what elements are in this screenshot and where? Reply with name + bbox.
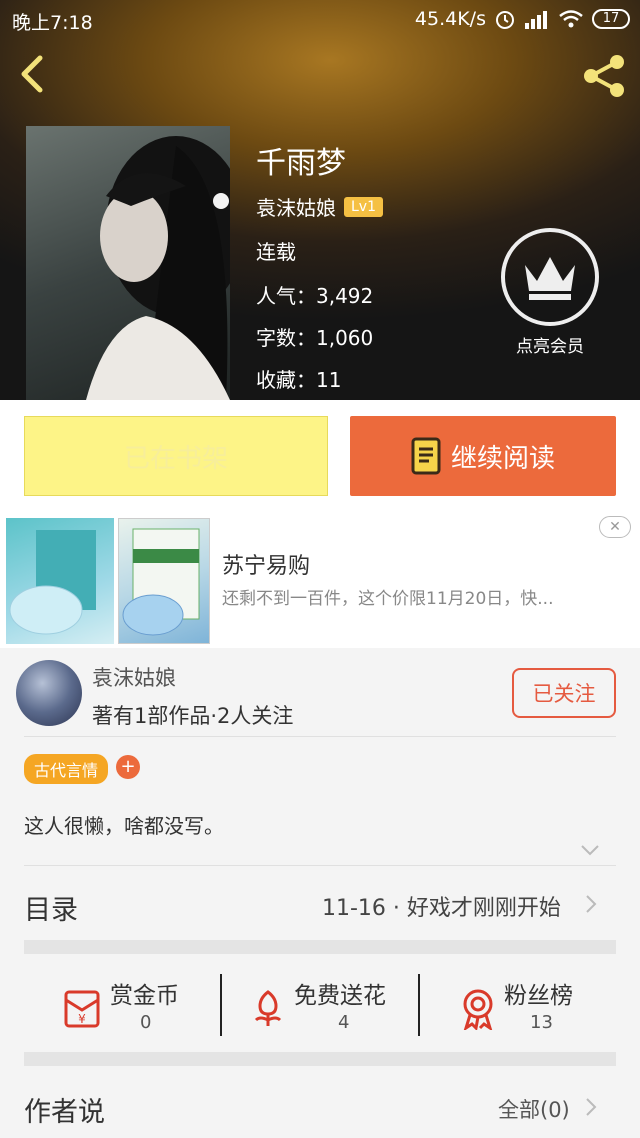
book-author-row[interactable]: 袁沫姑娘 Lv1	[256, 192, 383, 221]
fan-ranking-button[interactable]: 粉丝榜 13	[456, 976, 596, 1038]
share-icon	[584, 55, 624, 97]
author-said-label: 作者说	[24, 1097, 105, 1128]
svg-text:¥: ¥	[78, 1012, 86, 1026]
section-divider	[24, 1052, 616, 1066]
book-status: 连载	[256, 240, 296, 264]
vip-badge	[501, 228, 599, 326]
book-word-count: 字数：1,060	[256, 326, 374, 350]
fan-ranking-count: 13	[530, 1012, 553, 1033]
continue-reading-label: 继续阅读	[450, 443, 555, 474]
ad-description: 还剩不到一百件，这个价限11月20日，快...	[222, 589, 554, 609]
divider	[220, 974, 222, 1036]
reward-coins-count: 0	[140, 1012, 152, 1033]
ad-close-button[interactable]: ✕	[599, 516, 631, 538]
chevron-down-icon[interactable]	[580, 844, 600, 856]
net-speed: 45.4K/s	[414, 8, 486, 30]
send-flower-button[interactable]: 免费送花 4	[246, 976, 406, 1038]
follow-button[interactable]: 已关注	[512, 668, 616, 718]
author-section: 袁沫姑娘 著有1部作品·2人关注 已关注 古代言情 + 这人很懒，啥都没写。 目…	[0, 648, 640, 1138]
continue-reading-button[interactable]: 继续阅读	[350, 416, 616, 496]
book-popularity: 人气：3,492	[256, 284, 374, 308]
book-favorites: 收藏：11	[256, 368, 342, 392]
flower-icon	[254, 990, 282, 1026]
author-said-all-link[interactable]: 全部(0)	[498, 1094, 570, 1124]
author-name[interactable]: 袁沫姑娘	[92, 662, 176, 692]
medal-icon	[463, 989, 493, 1030]
mask-box-illustration	[122, 528, 200, 636]
wifi-icon	[559, 10, 583, 28]
cover-image	[86, 136, 230, 400]
ad-image-mask-box	[118, 518, 210, 644]
in-shelf-button[interactable]: 已在书架	[24, 416, 328, 496]
book-header: 晚上7:18 45.4K/s 17 千雨梦 袁沫姑娘 Lv1 连载 人气：3,4…	[0, 0, 640, 400]
toc-label[interactable]: 目录	[24, 888, 78, 927]
section-divider	[24, 940, 616, 954]
crown-icon	[525, 257, 575, 300]
reward-coins-button[interactable]: ¥ 赏金币 0	[60, 976, 210, 1038]
mask-illustration	[9, 530, 96, 635]
book-author: 袁沫姑娘	[256, 196, 336, 220]
author-bio: 这人很懒，啥都没写。	[24, 814, 224, 838]
toc-latest-chapter[interactable]: 11-16 · 好戏才刚刚开始	[322, 890, 561, 922]
fan-ranking-label: 粉丝榜	[504, 983, 573, 1009]
share-button[interactable]	[580, 52, 630, 100]
book-icon	[411, 437, 441, 475]
chevron-right-icon[interactable]	[584, 1097, 598, 1117]
chevron-left-icon	[21, 55, 43, 93]
action-bar: 已在书架 继续阅读	[0, 400, 640, 512]
signal-icon	[525, 11, 547, 29]
ad-image-mask-pack	[6, 518, 114, 644]
divider	[24, 865, 616, 866]
genre-tag[interactable]: 古代言情	[24, 754, 109, 784]
send-flower-label: 免费送花	[294, 983, 386, 1009]
ad-title: 苏宁易购	[222, 554, 311, 579]
red-envelope-icon: ¥	[64, 990, 100, 1028]
alarm-icon	[496, 11, 514, 29]
chevron-right-icon[interactable]	[584, 894, 598, 914]
book-title: 千雨梦	[256, 146, 346, 181]
add-tag-button[interactable]: +	[116, 755, 140, 779]
divider	[418, 974, 420, 1036]
send-flower-count: 4	[338, 1012, 350, 1033]
back-button[interactable]	[14, 52, 54, 96]
author-meta: 著有1部作品·2人关注	[92, 704, 294, 728]
ad-banner[interactable]: 苏宁易购 还剩不到一百件，这个价限11月20日，快...	[0, 512, 640, 648]
status-right: 45.4K/s 17	[415, 8, 630, 30]
author-level-badge: Lv1	[344, 196, 383, 217]
avatar[interactable]	[16, 660, 82, 726]
vip-label: 点亮会员	[516, 337, 584, 357]
status-bar: 晚上7:18 45.4K/s 17	[0, 0, 640, 40]
battery-indicator: 17	[592, 9, 630, 29]
reward-coins-label: 赏金币	[110, 983, 179, 1009]
book-cover[interactable]	[26, 126, 230, 400]
status-time: 晚上7:18	[12, 12, 93, 34]
vip-button[interactable]: 点亮会员	[498, 228, 602, 357]
divider	[24, 736, 616, 737]
